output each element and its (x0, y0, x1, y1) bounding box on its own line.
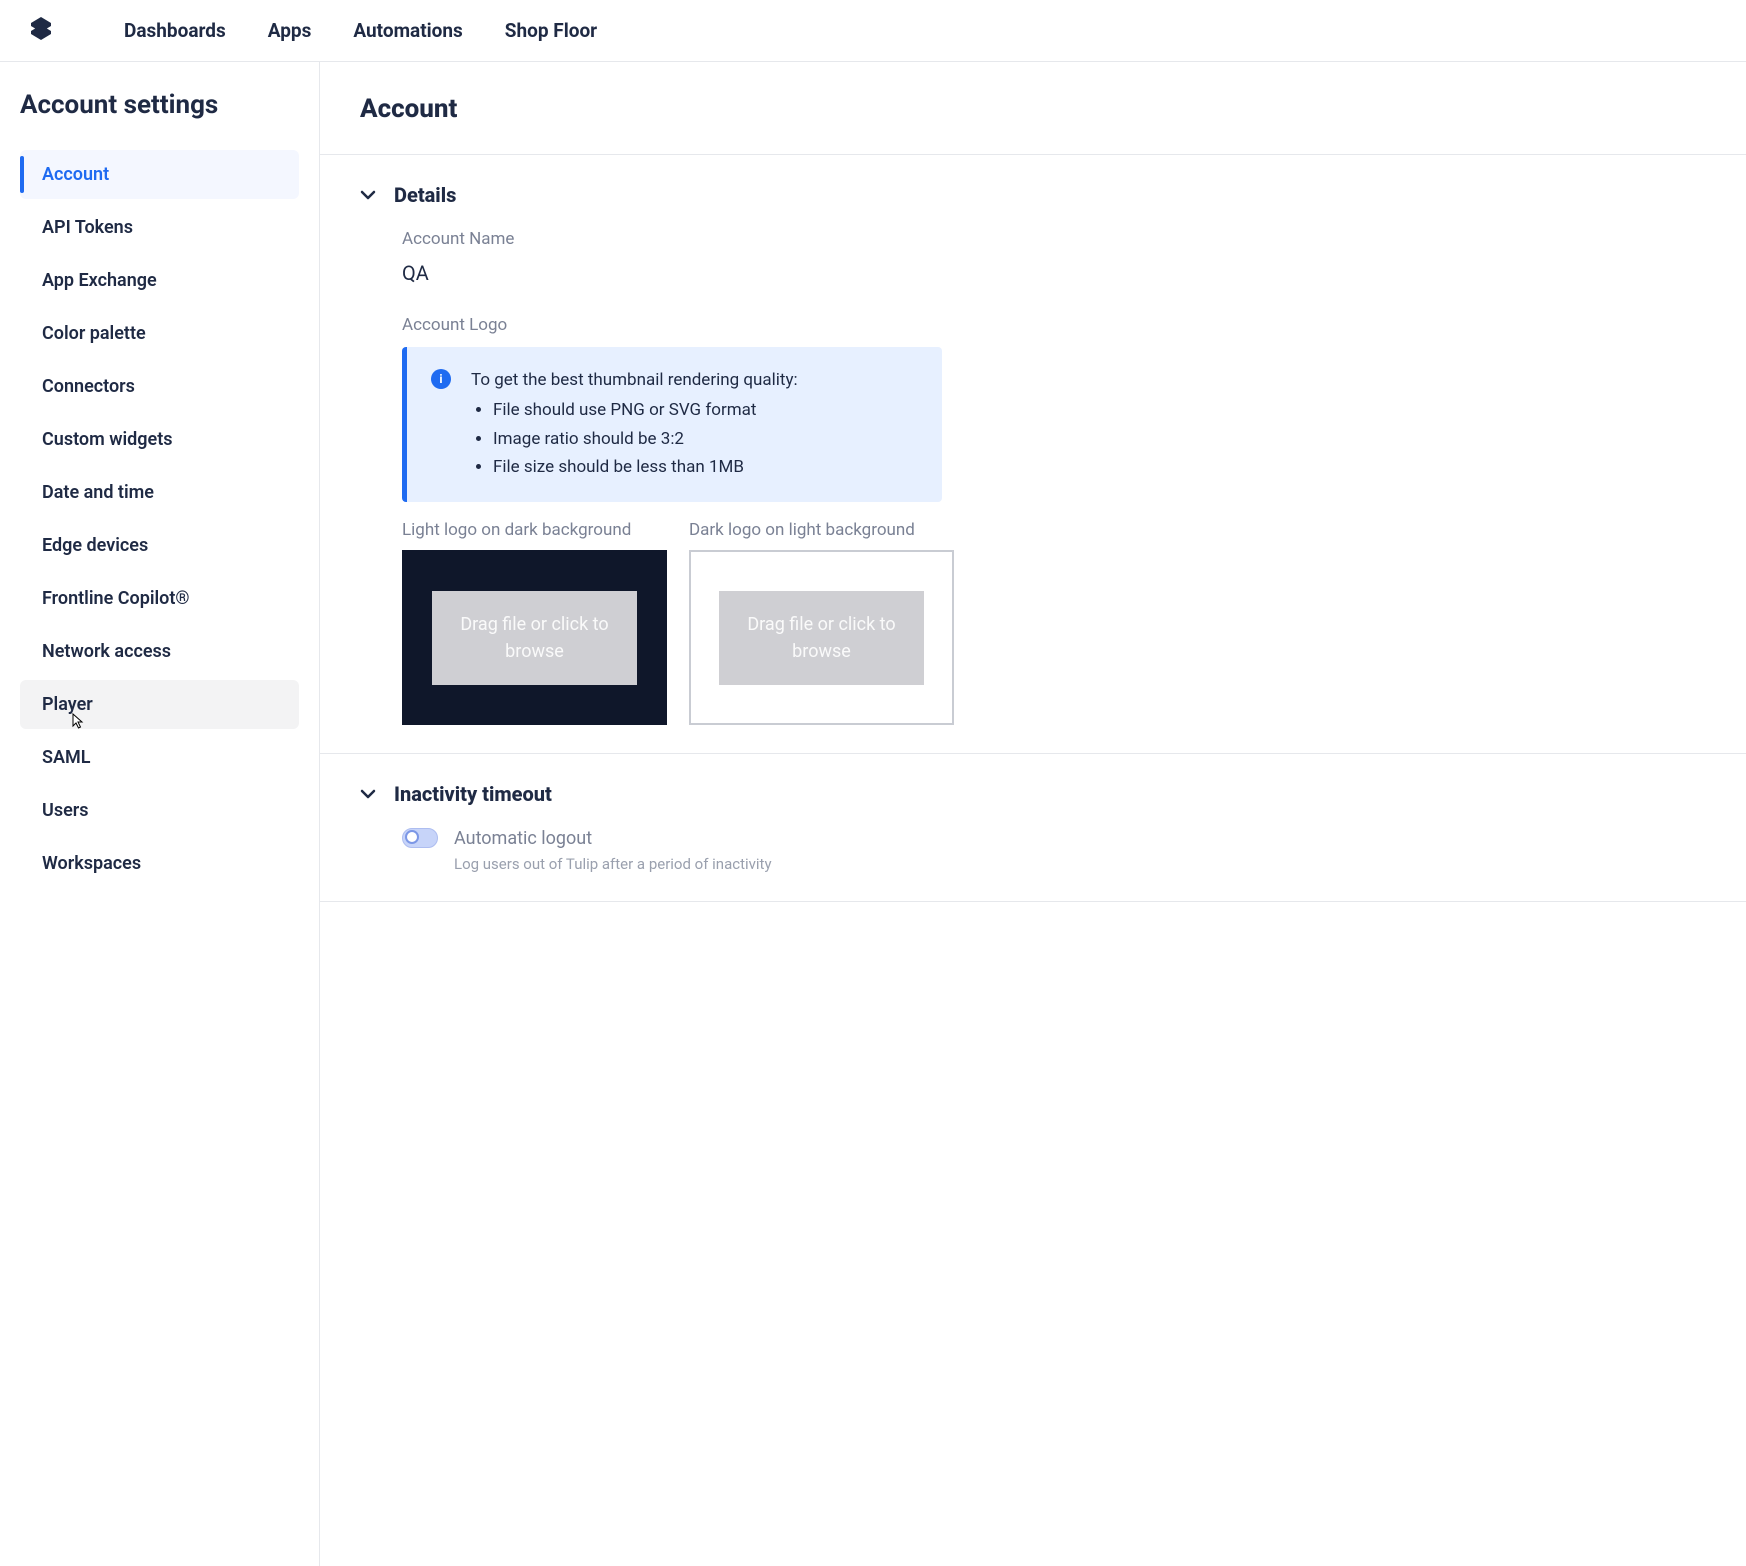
nav-dashboards[interactable]: Dashboards (124, 19, 226, 42)
sidebar-item-custom-widgets[interactable]: Custom widgets (20, 415, 299, 464)
inactivity-section-header[interactable]: Inactivity timeout (360, 782, 1706, 806)
sidebar-item-api-tokens[interactable]: API Tokens (20, 203, 299, 252)
sidebar-item-edge-devices[interactable]: Edge devices (20, 521, 299, 570)
nav-apps[interactable]: Apps (268, 19, 312, 42)
page-title: Account (320, 62, 1746, 155)
logo-info-callout: i To get the best thumbnail rendering qu… (402, 347, 942, 502)
sidebar-item-connectors[interactable]: Connectors (20, 362, 299, 411)
main-content: Account Details Account Name QA Account … (320, 62, 1746, 1566)
nav-automations[interactable]: Automations (353, 19, 462, 42)
light-logo-dropzone[interactable]: Drag file or click to browse (402, 550, 667, 725)
sidebar-item-frontline-copilot[interactable]: Frontline Copilot® (20, 574, 299, 623)
toggle-knob (405, 830, 419, 844)
dark-logo-caption: Dark logo on light background (689, 520, 954, 540)
automatic-logout-toggle[interactable] (402, 828, 438, 848)
info-intro: To get the best thumbnail rendering qual… (471, 370, 798, 390)
sidebar-item-network-access[interactable]: Network access (20, 627, 299, 676)
sidebar-item-color-palette[interactable]: Color palette (20, 309, 299, 358)
toggle-description: Log users out of Tulip after a period of… (454, 855, 772, 873)
top-nav: Dashboards Apps Automations Shop Floor (0, 0, 1746, 62)
sidebar-title: Account settings (20, 90, 299, 120)
nav-items: Dashboards Apps Automations Shop Floor (124, 19, 597, 42)
sidebar-list: Account API Tokens App Exchange Color pa… (20, 150, 299, 888)
toggle-label: Automatic logout (454, 828, 772, 849)
inactivity-section: Inactivity timeout Automatic logout Log … (320, 754, 1746, 902)
info-text: To get the best thumbnail rendering qual… (471, 367, 798, 480)
nav-shop-floor[interactable]: Shop Floor (505, 19, 597, 42)
info-bullet: File size should be less than 1MB (493, 454, 798, 480)
chevron-down-icon (360, 187, 376, 203)
account-name-value: QA (402, 261, 1706, 285)
details-section-header[interactable]: Details (360, 183, 1706, 207)
details-section: Details Account Name QA Account Logo i T… (320, 155, 1746, 754)
info-bullet: Image ratio should be 3:2 (493, 426, 798, 452)
info-icon: i (431, 369, 451, 389)
mouse-cursor-icon (70, 713, 86, 735)
sidebar-item-users[interactable]: Users (20, 786, 299, 835)
details-section-title: Details (394, 183, 456, 207)
chevron-down-icon (360, 786, 376, 802)
light-logo-caption: Light logo on dark background (402, 520, 667, 540)
inactivity-section-title: Inactivity timeout (394, 782, 552, 806)
sidebar-item-label: Player (42, 694, 93, 715)
dark-logo-dropzone[interactable]: Drag file or click to browse (689, 550, 954, 725)
sidebar-item-player[interactable]: Player (20, 680, 299, 729)
sidebar-item-app-exchange[interactable]: App Exchange (20, 256, 299, 305)
dropzone-text: Drag file or click to browse (719, 591, 924, 685)
logo-icon (28, 17, 54, 45)
info-bullet: File should use PNG or SVG format (493, 397, 798, 423)
logo-upload-zones: Light logo on dark background Drag file … (402, 520, 1706, 725)
sidebar-item-account[interactable]: Account (20, 150, 299, 199)
account-name-label: Account Name (402, 229, 1706, 249)
app-logo[interactable] (28, 17, 54, 45)
sidebar-item-workspaces[interactable]: Workspaces (20, 839, 299, 888)
sidebar-item-date-and-time[interactable]: Date and time (20, 468, 299, 517)
sidebar: Account settings Account API Tokens App … (0, 62, 320, 1566)
dropzone-text: Drag file or click to browse (432, 591, 637, 685)
sidebar-item-saml[interactable]: SAML (20, 733, 299, 782)
account-logo-label: Account Logo (402, 315, 1706, 335)
